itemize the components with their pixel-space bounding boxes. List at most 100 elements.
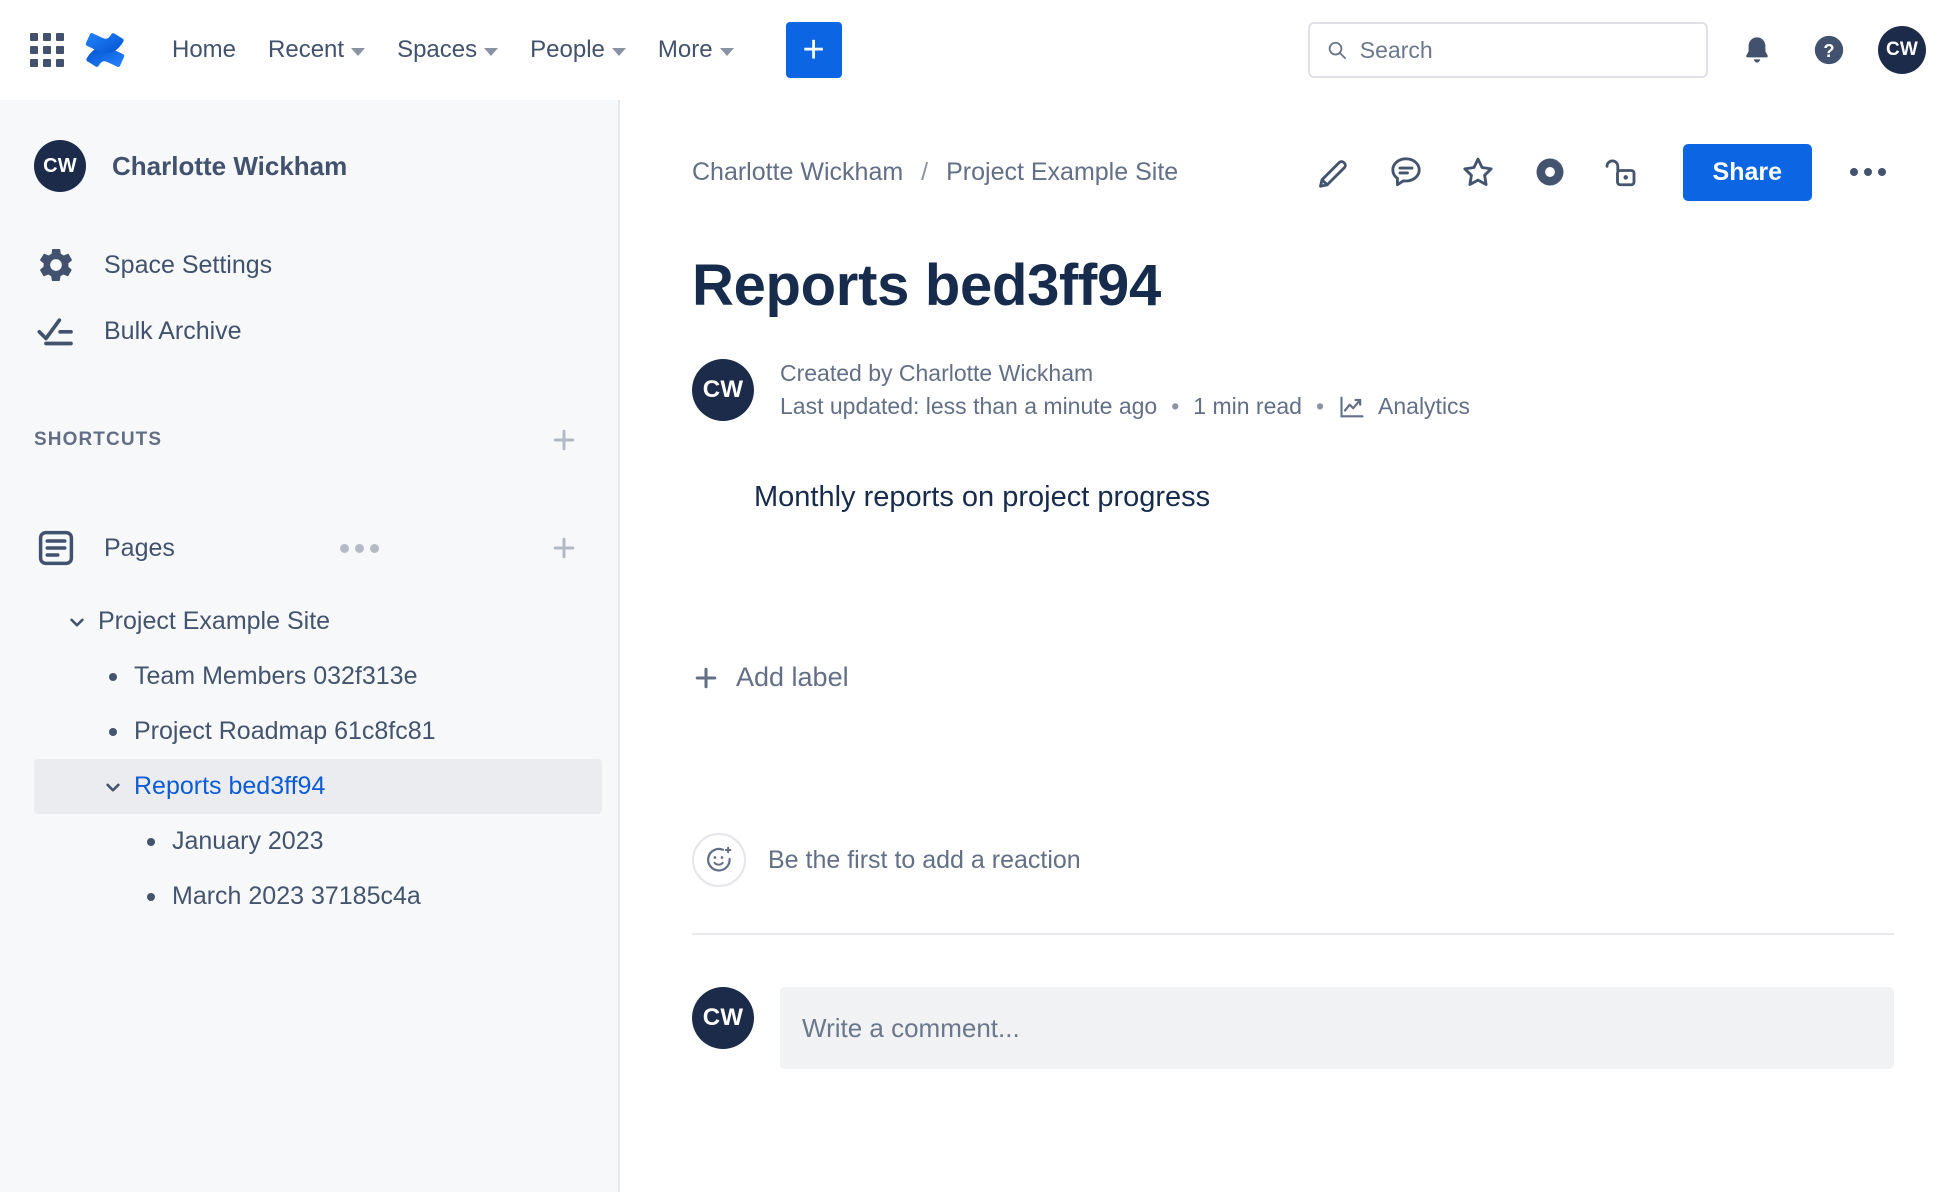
nav-item-label: Home — [172, 36, 237, 63]
avatar-initials: CW — [43, 154, 77, 177]
bullet-icon — [92, 727, 134, 736]
plus-icon — [553, 429, 575, 451]
page-tree-item-january-2023[interactable]: January 2023 — [34, 814, 602, 869]
breadcrumb-root[interactable]: Charlotte Wickham — [692, 158, 903, 187]
chevron-down-icon[interactable] — [56, 609, 98, 635]
emoji-add-icon — [707, 846, 732, 872]
gear-icon — [34, 243, 78, 287]
app-switcher-icon[interactable] — [30, 33, 64, 67]
search-box[interactable] — [1308, 22, 1708, 78]
shortcuts-section-header: SHORTCUTS — [0, 420, 618, 460]
star-button[interactable] — [1453, 147, 1503, 197]
chevron-down-icon[interactable] — [92, 774, 134, 800]
bullet-icon — [130, 892, 172, 901]
metadata-lines: Created by Charlotte Wickham Last update… — [780, 360, 1470, 421]
space-sidebar: CW Charlotte Wickham Space Settings Bulk… — [0, 100, 620, 1192]
page-tree-item-project-example-site[interactable]: Project Example Site — [34, 594, 602, 649]
content-divider — [692, 933, 1894, 935]
page-tree-item-label: March 2023 37185c4a — [172, 882, 421, 910]
share-button[interactable]: Share — [1682, 143, 1812, 201]
page-tree-item-label: Team Members 032f313e — [134, 662, 418, 690]
author-avatar[interactable]: CW — [692, 359, 754, 421]
star-icon — [1462, 157, 1493, 186]
page-more-actions-button[interactable] — [1842, 146, 1894, 198]
comment-input[interactable] — [802, 1012, 1872, 1044]
nav-item-label: Recent — [268, 36, 345, 63]
plus-icon — [553, 537, 575, 559]
app-body: CW Charlotte Wickham Space Settings Bulk… — [0, 100, 1954, 1192]
nav-item-people[interactable]: People — [514, 26, 642, 74]
add-page-button[interactable] — [544, 528, 584, 568]
nav-item-label: People — [530, 36, 605, 63]
avatar-initials: CW — [702, 1004, 744, 1031]
sidebar-item-label: Space Settings — [104, 250, 273, 279]
analytics-icon — [1340, 396, 1364, 417]
page-tree-item-label: Project Roadmap 61c8fc81 — [134, 717, 436, 745]
add-label-button[interactable]: Add label — [692, 662, 849, 693]
ellipsis-icon — [1850, 168, 1858, 176]
page-title: Reports bed3ff94 — [692, 253, 1161, 318]
watch-button[interactable] — [1525, 147, 1575, 197]
space-header[interactable]: CW Charlotte Wickham — [0, 140, 618, 192]
page-tree-item-march-2023[interactable]: March 2023 37185c4a — [34, 869, 602, 924]
metadata-secondary-line: Last updated: less than a minute ago • 1… — [780, 393, 1470, 421]
page-tree-item-label: Reports bed3ff94 — [134, 772, 326, 800]
bullet-icon — [130, 837, 172, 846]
page-tree-item-reports[interactable]: Reports bed3ff94 — [34, 759, 602, 814]
comment-icon — [1390, 157, 1421, 187]
nav-item-more[interactable]: More — [642, 26, 750, 74]
nav-item-recent[interactable]: Recent — [252, 26, 381, 74]
nav-item-home[interactable]: Home — [156, 26, 252, 74]
top-navigation-bar: Home Recent Spaces People More + Search … — [0, 0, 1954, 100]
sidebar-item-bulk-archive[interactable]: Bulk Archive — [0, 298, 618, 364]
page-body-content: Monthly reports on project progress — [754, 481, 1211, 513]
search-input[interactable] — [1359, 36, 1690, 64]
bullet-icon — [92, 672, 134, 681]
sidebar-item-space-settings[interactable]: Space Settings — [0, 232, 618, 298]
analytics-link[interactable]: Analytics — [1338, 393, 1470, 421]
page-tree-item-team-members[interactable]: Team Members 032f313e — [34, 649, 602, 704]
reaction-prompt-text[interactable]: Be the first to add a reaction — [768, 846, 1081, 875]
checklist-icon — [34, 309, 78, 353]
page-actions: Share — [1309, 143, 1894, 201]
sidebar-item-label: Bulk Archive — [104, 316, 242, 345]
unlock-icon — [1605, 159, 1635, 187]
reactions-area: Be the first to add a reaction — [692, 833, 1894, 887]
page-header: Charlotte Wickham / Project Example Site — [692, 140, 1894, 204]
notifications-button[interactable] — [1734, 27, 1780, 73]
plus-icon — [695, 667, 717, 688]
comment-input-box[interactable] — [780, 987, 1894, 1069]
plus-icon: + — [802, 29, 825, 71]
top-nav-right-group: ? CW — [1308, 22, 1926, 78]
search-icon — [1328, 41, 1346, 60]
page-tree: Project Example Site Team Members 032f31… — [0, 594, 618, 924]
page-tree-item-project-roadmap[interactable]: Project Roadmap 61c8fc81 — [34, 704, 602, 759]
restrictions-button[interactable] — [1597, 147, 1647, 197]
confluence-logo-icon[interactable] — [82, 27, 128, 73]
last-updated-text: Last updated: less than a minute ago — [780, 393, 1158, 419]
question-circle-icon: ? — [1814, 35, 1844, 65]
avatar-initials: CW — [702, 376, 744, 403]
metadata-separator-dot: • — [1315, 393, 1325, 419]
metadata-separator-dot: • — [1171, 393, 1180, 419]
page-content-area: Charlotte Wickham / Project Example Site — [620, 100, 1954, 1192]
pages-icon — [34, 526, 78, 570]
ellipsis-icon — [339, 543, 349, 553]
help-button[interactable]: ? — [1806, 27, 1852, 73]
breadcrumb: Charlotte Wickham / Project Example Site — [692, 158, 1178, 187]
edit-icon — [1318, 160, 1347, 188]
pages-more-button[interactable] — [332, 534, 387, 563]
add-reaction-button[interactable] — [692, 833, 746, 887]
user-avatar[interactable]: CW — [1878, 26, 1926, 74]
comment-button[interactable] — [1381, 147, 1431, 197]
page-tree-item-label: Project Example Site — [98, 607, 331, 635]
create-button[interactable]: + — [785, 22, 842, 78]
nav-item-spaces[interactable]: Spaces — [381, 26, 514, 74]
pages-section-header[interactable]: Pages — [0, 516, 618, 580]
page-tree-item-label: January 2023 — [172, 827, 324, 855]
breadcrumb-space[interactable]: Project Example Site — [946, 158, 1178, 187]
add-shortcut-button[interactable] — [544, 420, 584, 460]
analytics-label: Analytics — [1378, 393, 1471, 419]
comment-avatar: CW — [692, 987, 754, 1049]
edit-button[interactable] — [1309, 147, 1359, 197]
